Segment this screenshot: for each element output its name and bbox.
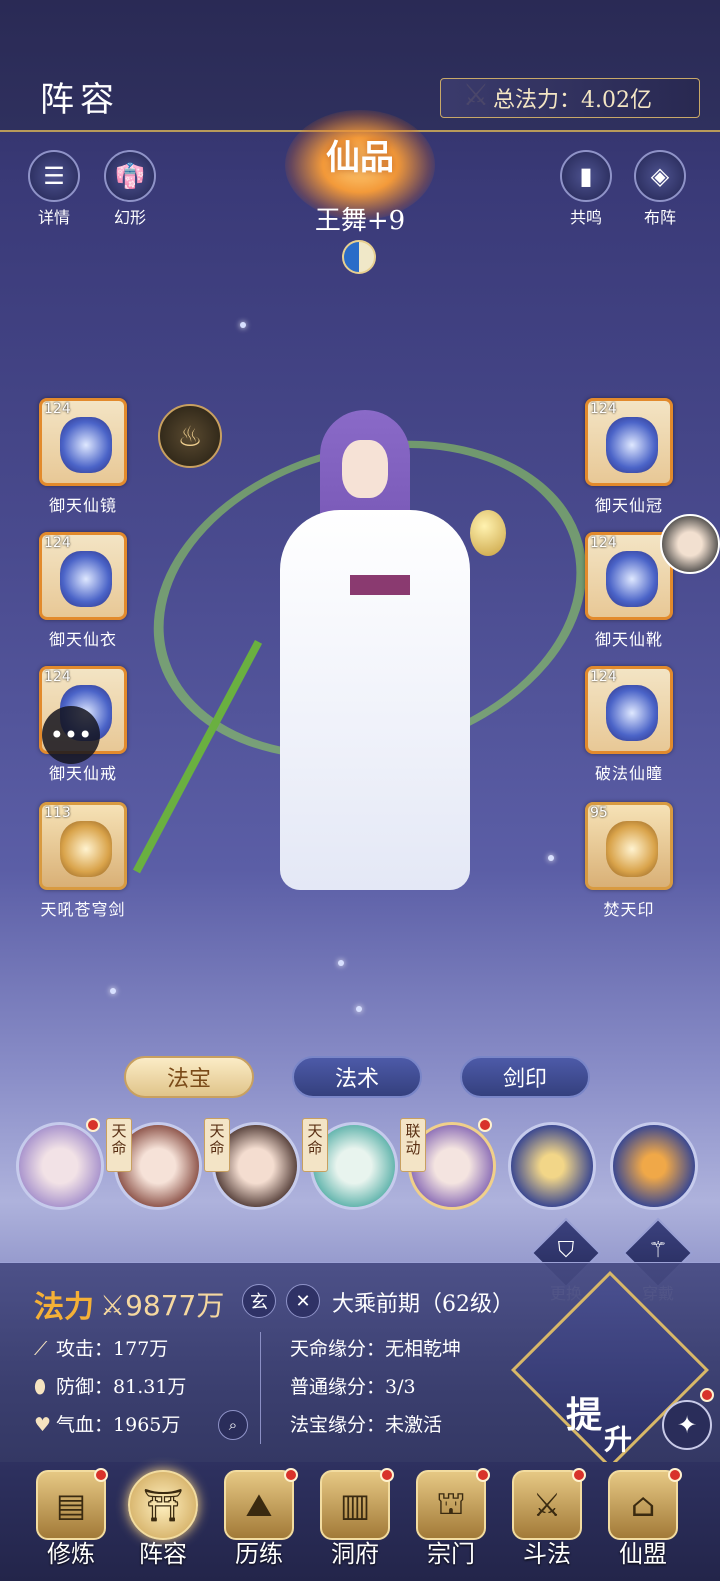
nav-cultivate[interactable]: ▤ 修炼 (26, 1470, 116, 1569)
search-icon[interactable]: ⌕ (218, 1410, 248, 1440)
treasure-scroll-icon[interactable] (610, 1122, 698, 1210)
nav-sect[interactable]: ⛫ 宗门 (406, 1470, 496, 1569)
bond-destiny: 天命缘分：无相乾坤 (290, 1338, 462, 1360)
star-decoration (548, 855, 554, 861)
equip-slot-seal[interactable]: 95 焚天印 (574, 802, 684, 920)
upgrade-label-1: 提 (566, 1394, 603, 1436)
star-decoration (110, 988, 116, 994)
star-decoration (240, 322, 246, 328)
notification-dot (478, 1118, 492, 1132)
crossed-swords-icon: ⚔ (100, 1289, 126, 1322)
formation-button[interactable]: ◈ 布阵 (632, 150, 688, 228)
sword-icon (60, 821, 112, 877)
total-power-label: 总法力： (493, 88, 582, 113)
mirror-icon (60, 417, 112, 473)
robe-icon: 👘 (104, 150, 156, 202)
power-label: 法力 (34, 1290, 94, 1325)
notification-dot (476, 1468, 490, 1482)
notification-dot (572, 1468, 586, 1482)
total-power-value: 4.02亿 (581, 88, 653, 113)
notification-dot (284, 1468, 298, 1482)
boots-icon (606, 551, 658, 607)
companion-tag: 联动 (400, 1118, 426, 1172)
hero-portrait[interactable] (250, 400, 506, 940)
star-decoration (356, 1006, 362, 1012)
book-icon: ▮ (560, 150, 612, 202)
bowl-icon[interactable]: ♨ (158, 404, 222, 468)
notification-dot (700, 1388, 714, 1402)
element-badge: 玄 (242, 1284, 276, 1318)
notification-dot (380, 1468, 394, 1482)
armor-icon (60, 551, 112, 607)
eye-orb-icon (606, 685, 658, 741)
power-value: ⚔9877万 (100, 1289, 225, 1322)
transform-button[interactable]: 👘 幻形 (102, 150, 158, 228)
companion-tag: 天命 (302, 1118, 328, 1172)
scroll-icon: ▤ (36, 1470, 106, 1540)
details-button[interactable]: ☰ 详情 (26, 150, 82, 228)
blade-icon: ⟋ (34, 1338, 48, 1360)
palace-icon: ⌂ (608, 1470, 678, 1540)
gate-icon: ▥ (320, 1470, 390, 1540)
equip-slot-robe[interactable]: 124 御天仙衣 (28, 532, 138, 650)
bond-normal: 普通缘分：3/3 (290, 1376, 416, 1398)
formation-icon: ◈ (634, 150, 686, 202)
divider (260, 1332, 261, 1444)
upgrade-label-2: 升 (604, 1423, 633, 1456)
defense-stat: ⬮ 防御：81.31万 (34, 1376, 187, 1398)
fox-icon: ⛉ (557, 1238, 575, 1263)
companion-avatar[interactable] (16, 1122, 104, 1210)
nav-trial[interactable]: ⛰ 历练 (214, 1470, 304, 1569)
shield-icon: ⬮ (34, 1376, 46, 1398)
companion-tag: 天命 (204, 1118, 230, 1172)
chat-bubble-icon[interactable]: ••• (42, 706, 100, 764)
page-title: 阵容 (40, 80, 120, 120)
crown-icon (606, 417, 658, 473)
nav-cave[interactable]: ▥ 洞府 (310, 1470, 400, 1569)
companion-tag: 天命 (106, 1118, 132, 1172)
lineup-icon: ⛩ (128, 1470, 198, 1540)
star-decoration (338, 960, 344, 966)
attack-stat: ⟋ 攻击：177万 (34, 1338, 169, 1360)
gourd-icon (470, 510, 506, 556)
floating-avatar[interactable] (660, 514, 720, 574)
tab-spell[interactable]: 法术 (292, 1056, 422, 1098)
nav-alliance[interactable]: ⌂ 仙盟 (598, 1470, 688, 1569)
hp-stat: ♥ 气血：1965万 (34, 1414, 181, 1436)
nav-arena[interactable]: ⚔ 斗法 (502, 1470, 592, 1569)
total-power-display: 总法力： 4.02亿 (440, 78, 700, 118)
tools-icon: ✕ (286, 1284, 320, 1318)
arena-icon: ⚔ (512, 1470, 582, 1540)
nav-lineup[interactable]: ⛩ 阵容 (118, 1470, 208, 1569)
treasure-bracelet-icon[interactable] (508, 1122, 596, 1210)
notification-dot (668, 1468, 682, 1482)
heart-icon: ♥ (34, 1414, 52, 1436)
temple-icon: ⛫ (416, 1470, 486, 1540)
compass-icon[interactable]: ✦ (662, 1400, 712, 1450)
sword-up-icon: ⚚ (648, 1238, 668, 1263)
equip-slot-crown[interactable]: 124 御天仙冠 (574, 398, 684, 516)
equip-slot-sword[interactable]: 113 天吼苍穹剑 (28, 802, 138, 920)
mountain-icon: ⛰ (224, 1470, 294, 1540)
notification-dot (86, 1118, 100, 1132)
tab-sword-seal[interactable]: 剑印 (460, 1056, 590, 1098)
seal-icon (606, 821, 658, 877)
equip-slot-eye[interactable]: 124 破法仙瞳 (574, 666, 684, 784)
yinyang-icon[interactable] (342, 240, 376, 274)
tab-treasure[interactable]: 法宝 (124, 1056, 254, 1098)
resonance-button[interactable]: ▮ 共鸣 (558, 150, 614, 228)
notification-dot (94, 1468, 108, 1482)
bond-treasure: 法宝缘分：未激活 (290, 1414, 443, 1436)
realm-level: 大乘前期（62级） (332, 1292, 514, 1317)
list-icon: ☰ (28, 150, 80, 202)
equip-slot-mirror[interactable]: 124 御天仙镜 (28, 398, 138, 516)
